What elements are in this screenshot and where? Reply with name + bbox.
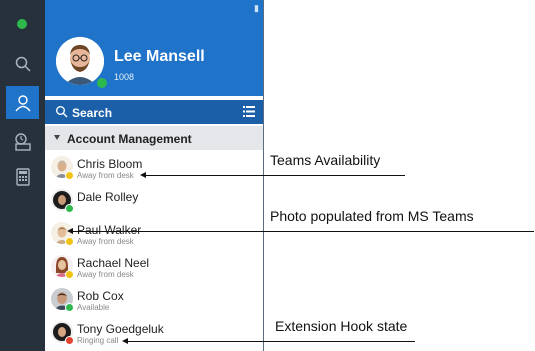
contact-row[interactable]: Tony Goedgeluk Ringing call: [45, 317, 263, 350]
list-view-icon[interactable]: [243, 106, 255, 117]
contact-name: Tony Goedgeluk: [77, 322, 164, 336]
pin-icon[interactable]: ▮: [254, 3, 259, 14]
nav-search-button[interactable]: [6, 47, 39, 80]
search-label: Search: [72, 106, 113, 120]
annotation-photo-populated: Photo populated from MS Teams: [270, 208, 474, 224]
annotation-arrow: [140, 172, 405, 178]
presence-indicator: [65, 336, 74, 345]
group-label: Account Management: [67, 132, 192, 146]
user-extension: 1008: [114, 72, 135, 82]
contact-name: Rob Cox: [77, 289, 124, 303]
contact-status: Away from desk: [77, 237, 134, 246]
contact-name: Paul Walker: [77, 223, 142, 237]
presence-indicator: [65, 204, 74, 213]
contact-row[interactable]: Dale Rolley: [45, 185, 263, 218]
contact-name: Rachael Neel: [77, 256, 150, 270]
contact-row[interactable]: Rachael Neel Away from desk: [45, 251, 263, 284]
presence-indicator: [65, 270, 74, 279]
annotation-teams-availability: Teams Availability: [270, 152, 381, 168]
annotation-arrow: [122, 338, 415, 344]
nav-rail: [0, 0, 45, 351]
nav-contacts-button[interactable]: [6, 86, 39, 119]
status-dot-icon[interactable]: [17, 19, 27, 29]
arrow-head-icon: [122, 338, 128, 344]
user-presence-indicator: [95, 76, 109, 90]
contact-name: Dale Rolley: [77, 190, 139, 204]
contact-status: Away from desk: [77, 171, 134, 180]
contact-status: Away from desk: [77, 270, 134, 279]
contact-row[interactable]: Rob Cox Available: [45, 284, 263, 317]
contact-status: Ringing call: [77, 336, 119, 345]
presence-indicator: [65, 237, 74, 246]
voicemail-icon: [14, 132, 31, 151]
search-bar[interactable]: Search: [45, 100, 263, 124]
search-icon: [15, 56, 31, 72]
collapse-triangle-icon: [54, 135, 60, 140]
presence-indicator: [65, 171, 74, 180]
annotation-extension-hook: Extension Hook state: [275, 318, 408, 334]
nav-dialpad-button[interactable]: [6, 160, 39, 193]
nav-voicemail-button[interactable]: [6, 125, 39, 158]
contact-name: Chris Bloom: [77, 157, 143, 171]
profile-header: ▮ Lee Mansell 1008: [45, 0, 263, 96]
arrow-head-icon: [140, 172, 146, 178]
dialpad-icon: [15, 167, 30, 186]
contact-status: Available: [77, 303, 110, 312]
arrow-head-icon: [67, 228, 73, 234]
contact-row[interactable]: Chris Bloom Away from desk: [45, 152, 263, 185]
presence-indicator: [65, 303, 74, 312]
search-icon: [56, 106, 68, 118]
group-header[interactable]: Account Management: [45, 126, 263, 150]
contact-row[interactable]: Paul Walker Away from desk: [45, 218, 263, 251]
annotation-arrow: [67, 228, 534, 234]
user-name: Lee Mansell: [114, 48, 205, 65]
contacts-icon: [14, 94, 31, 111]
